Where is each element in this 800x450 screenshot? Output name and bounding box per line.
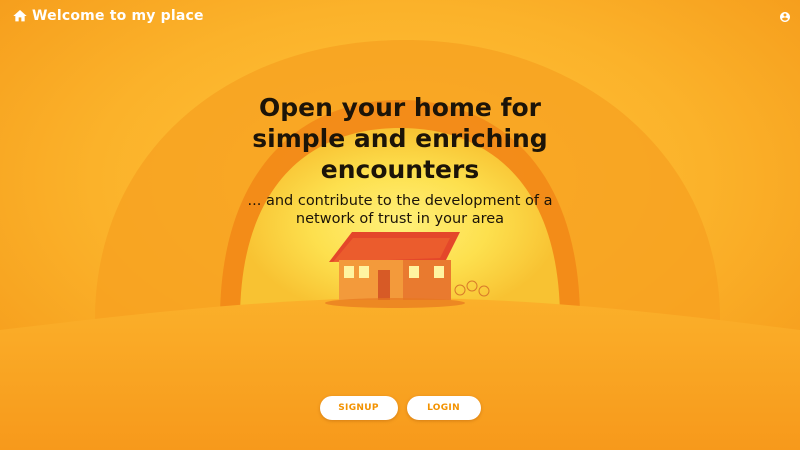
hero-subline: ... and contribute to the development of…	[200, 192, 600, 228]
subline-line-1: ... and contribute to the development of…	[247, 193, 553, 209]
hill	[0, 298, 800, 450]
account-button[interactable]	[779, 11, 791, 23]
brand-title: Welcome to my place	[32, 8, 204, 24]
headline-line-1: Open your home for	[259, 93, 541, 122]
auth-actions: SIGNUP LOGIN	[0, 396, 800, 420]
login-button[interactable]: LOGIN	[406, 396, 481, 420]
hero-section: Open your home for simple and enriching …	[200, 92, 600, 228]
house-icon	[325, 232, 465, 308]
home-icon	[13, 10, 27, 22]
signup-button[interactable]: SIGNUP	[319, 396, 398, 420]
headline-line-3: encounters	[320, 155, 480, 184]
hero-headline: Open your home for simple and enriching …	[200, 92, 600, 185]
account-circle-icon	[780, 12, 790, 22]
home-link[interactable]: Welcome to my place	[12, 8, 204, 24]
subline-line-2: network of trust in your area	[295, 211, 505, 227]
top-bar: Welcome to my place	[0, 0, 800, 36]
headline-line-2: simple and enriching	[252, 124, 548, 153]
